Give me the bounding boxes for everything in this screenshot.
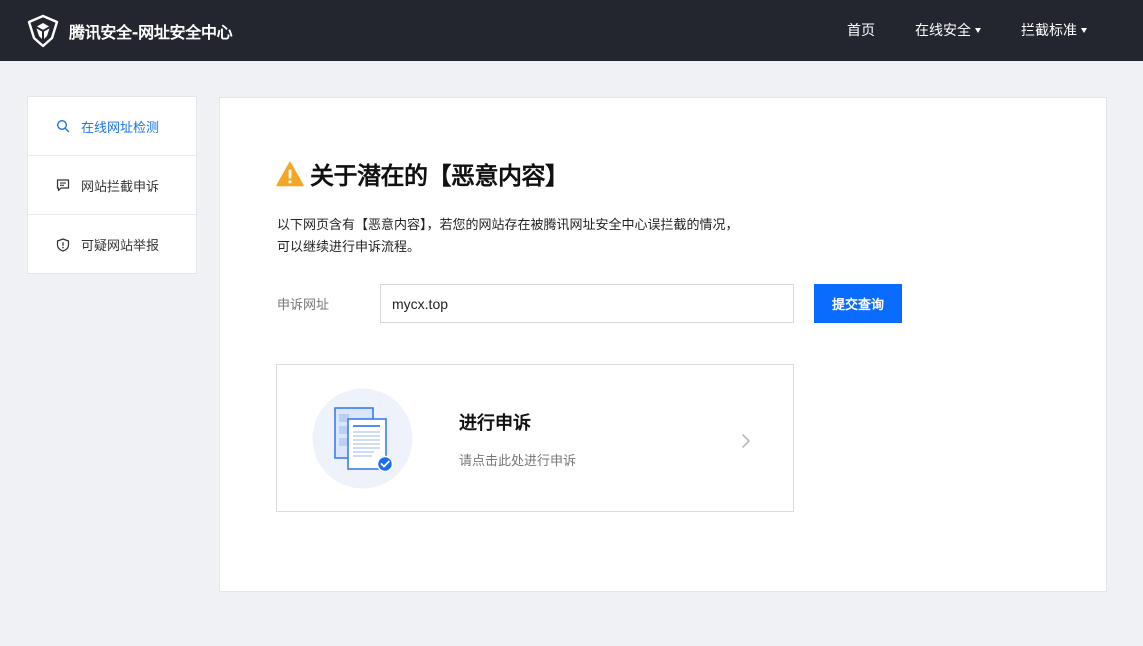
headline: 关于潜在的【恶意内容】 xyxy=(276,156,569,191)
warning-icon xyxy=(276,161,304,186)
description: 以下网页含有【恶意内容】，若您的网站存在被腾讯网址安全中心误拦截的情况， 可以继… xyxy=(277,215,739,259)
search-icon xyxy=(56,119,70,133)
shield-icon xyxy=(56,237,70,252)
sidebar-item-label: 网站拦截申诉 xyxy=(81,179,160,195)
brand[interactable]: 腾讯安全-网址安全中心 xyxy=(26,14,233,48)
nav-block-standard[interactable]: 拦截标准 xyxy=(1021,20,1087,40)
nav-block-standard-label: 拦截标准 xyxy=(1021,23,1077,39)
sidebar-item-site-appeal[interactable]: 网站拦截申诉 xyxy=(28,156,196,215)
brand-title: 腾讯安全-网址安全中心 xyxy=(69,22,233,42)
caret-down-icon xyxy=(975,27,981,33)
tencent-security-logo-icon xyxy=(27,14,59,47)
sidebar-item-report-site[interactable]: 可疑网站举报 xyxy=(28,215,196,274)
chevron-right-icon xyxy=(742,434,750,448)
top-navigation-bar: 腾讯安全-网址安全中心 首页 在线安全 拦截标准 xyxy=(0,0,1143,61)
sidebar-item-label: 可疑网站举报 xyxy=(81,239,160,254)
url-label: 申诉网址 xyxy=(277,298,330,313)
caret-down-icon xyxy=(1081,27,1087,33)
sidebar-item-url-check[interactable]: 在线网址检测 xyxy=(28,97,196,156)
submit-query-button[interactable]: 提交查询 xyxy=(814,284,902,323)
nav-online-security[interactable]: 在线安全 xyxy=(915,20,981,40)
nav-home[interactable]: 首页 xyxy=(847,20,875,40)
chat-icon xyxy=(56,179,70,192)
document-check-icon xyxy=(312,388,413,489)
main-panel: 关于潜在的【恶意内容】 以下网页含有【恶意内容】，若您的网站存在被腾讯网址安全中… xyxy=(219,97,1107,592)
page-title: 关于潜在的【恶意内容】 xyxy=(310,162,569,190)
description-line: 以下网页含有【恶意内容】，若您的网站存在被腾讯网址安全中心误拦截的情况， xyxy=(277,218,739,233)
nav-online-security-label: 在线安全 xyxy=(915,23,971,39)
sidebar: 在线网址检测 网站拦截申诉 可疑网站举报 xyxy=(27,96,197,274)
url-input[interactable] xyxy=(380,284,794,323)
appeal-subtitle: 请点击此处进行申诉 xyxy=(459,454,577,469)
appeal-title: 进行申诉 xyxy=(459,413,531,434)
description-line: 可以继续进行申诉流程。 xyxy=(277,240,421,255)
sidebar-item-label: 在线网址检测 xyxy=(81,120,160,136)
appeal-card[interactable]: 进行申诉 请点击此处进行申诉 xyxy=(276,364,794,512)
